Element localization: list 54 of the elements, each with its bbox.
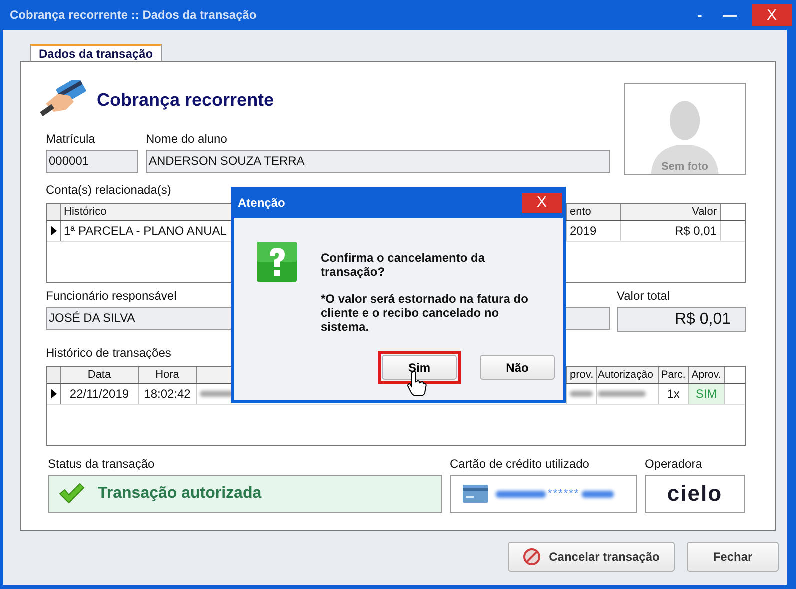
column-header: Aprov. [689, 367, 725, 383]
question-icon [257, 242, 297, 282]
tab[interactable]: Dados da transação [30, 44, 162, 61]
field-label: Operadora [645, 457, 702, 472]
table-cell: 18:02:42 [144, 387, 191, 401]
close-button[interactable]: Fechar [687, 542, 779, 572]
status-text: Transação autorizada [98, 485, 262, 503]
column-header: Hora [139, 367, 197, 383]
table-label: Conta(s) relacionada(s) [46, 183, 172, 198]
minimize-button[interactable]: - [688, 7, 712, 23]
field-label: Nome do aluno [146, 132, 228, 147]
column-header: Data [61, 367, 139, 383]
cancel-button[interactable]: Cancelar transação [508, 542, 675, 572]
table-cell: SIM [689, 384, 724, 404]
field-label: Valor total [617, 289, 670, 304]
dialog-message: Confirma o cancelamento da transação? [321, 251, 486, 279]
redacted-value [582, 490, 614, 498]
hand-cursor-icon [407, 371, 427, 397]
table-cell: R$ 0,01 [621, 221, 721, 241]
field-label: Status da transação [48, 457, 155, 472]
grid-corner [47, 367, 61, 383]
table-cell: 1x [667, 387, 680, 401]
maximize-button[interactable]: — [712, 7, 748, 23]
decline-button[interactable]: Não [480, 355, 555, 380]
column-header: Parc. [659, 367, 689, 383]
grid-corner [47, 204, 61, 220]
total-field[interactable]: R$ 0,01 [617, 307, 746, 332]
confirm-button[interactable]: Sim [382, 355, 457, 380]
field-label: Funcionário responsável [46, 289, 177, 304]
check-icon [59, 483, 85, 505]
dialog-note: *O valor será estornado na fatura do cliente e o recibo cancelado no sistema. [321, 292, 530, 334]
table-cell: 2019 [567, 221, 621, 241]
redacted-value [570, 391, 593, 397]
card-number: ****** [548, 488, 580, 500]
page-title: Cobrança recorrente [97, 90, 274, 110]
field-label: Cartão de crédito utilizado [450, 457, 590, 472]
prohibited-icon [523, 548, 542, 566]
close-button[interactable]: X [752, 4, 792, 26]
field-label: Matrícula [46, 132, 96, 147]
column-header: ento [567, 204, 621, 220]
operator-logo: cielo [667, 481, 723, 507]
redacted-value [598, 391, 646, 397]
text-field[interactable]: ANDERSON SOUZA TERRA [146, 150, 610, 173]
photo-caption: Sem foto [660, 161, 710, 173]
close-button[interactable]: X [522, 192, 562, 212]
column-header: Valor [621, 204, 721, 220]
text-field[interactable]: 000001 [46, 150, 138, 173]
redacted-value [496, 490, 546, 498]
column-header: prov. [567, 367, 597, 383]
table-cell: 22/11/2019 [70, 387, 130, 401]
table-label: Histórico de transações [46, 346, 172, 361]
window-title: Cobrança recorrente :: Dados da transação [10, 8, 257, 22]
credit-card-icon [463, 485, 488, 503]
column-header: Autorização [597, 367, 659, 383]
